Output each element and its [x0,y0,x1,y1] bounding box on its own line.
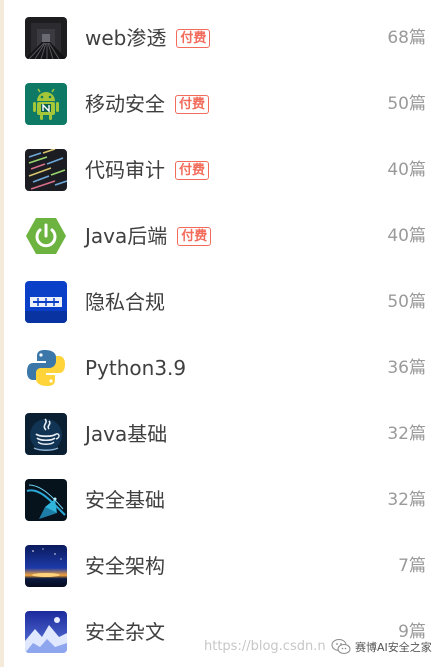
category-name-row: 隐私合规 [85,289,165,315]
code-screen-image-icon [25,149,67,191]
android-robot-icon [25,83,67,125]
category-name: web渗透 [85,26,167,50]
csdn-watermark: https://blog.csdn.n [204,639,326,654]
category-name-row: Java基础 [85,421,167,447]
category-name: 移动安全 [85,92,165,116]
privacy-compliance-icon [25,281,67,323]
wechat-account-name: 赛博AI安全之家 [355,641,432,654]
category-item[interactable]: 移动安全 付费 50篇 [0,72,438,138]
category-name: 安全杂文 [85,620,165,644]
category-name: 代码审计 [85,158,165,182]
category-item[interactable]: Python3.9 36篇 [0,336,438,402]
category-list: web渗透 付费 68篇 移动安全 付费 50篇 代码审计 付费 40篇 Jav… [0,6,438,666]
python-logo-icon [25,347,67,389]
category-name: 隐私合规 [85,290,165,314]
snow-mountain-image-icon [25,611,67,653]
article-count: 36篇 [387,358,426,378]
blue-abstract-image-icon [25,479,67,521]
category-name: 安全架构 [85,554,165,578]
dark-tunnel-image-icon [25,17,67,59]
article-count: 40篇 [387,160,426,180]
category-name-row: 代码审计 付费 [85,157,210,183]
category-name: Java后端 [85,224,168,248]
spring-power-icon [25,215,67,257]
category-name: Python3.9 [85,356,187,380]
category-item[interactable]: 隐私合规 50篇 [0,270,438,336]
paid-badge: 付费 [177,226,212,246]
category-name: Java基础 [85,422,168,446]
category-name: 安全基础 [85,488,165,512]
paid-badge: 付费 [175,94,210,114]
category-item[interactable]: 代码审计 付费 40篇 [0,138,438,204]
category-name-row: 安全架构 [85,553,165,579]
category-item[interactable]: web渗透 付费 68篇 [0,6,438,72]
category-name-row: 安全基础 [85,487,165,513]
category-item[interactable]: 安全基础 32篇 [0,468,438,534]
paid-badge: 付费 [175,160,210,180]
article-count: 50篇 [387,94,426,114]
category-item[interactable]: Java基础 32篇 [0,402,438,468]
article-count: 32篇 [387,490,426,510]
category-name-row: Python3.9 [85,355,186,381]
category-item[interactable]: Java后端 付费 40篇 [0,204,438,270]
category-name-row: 移动安全 付费 [85,91,210,117]
paid-badge: 付费 [176,28,211,48]
java-logo-icon [25,413,67,455]
article-count: 32篇 [387,424,426,444]
wechat-watermark: 赛博AI安全之家 [330,636,432,658]
category-name-row: 安全杂文 [85,619,165,645]
category-name-row: web渗透 付费 [85,25,211,51]
category-name-row: Java后端 付费 [85,223,212,249]
category-item[interactable]: 安全架构 7篇 [0,534,438,600]
category-list-page: web渗透 付费 68篇 移动安全 付费 50篇 代码审计 付费 40篇 Jav… [0,0,438,667]
sunrise-image-icon [25,545,67,587]
article-count: 7篇 [398,556,426,576]
wechat-icon [331,639,351,654]
article-count: 68篇 [387,28,426,48]
article-count: 50篇 [387,292,426,312]
article-count: 40篇 [387,226,426,246]
